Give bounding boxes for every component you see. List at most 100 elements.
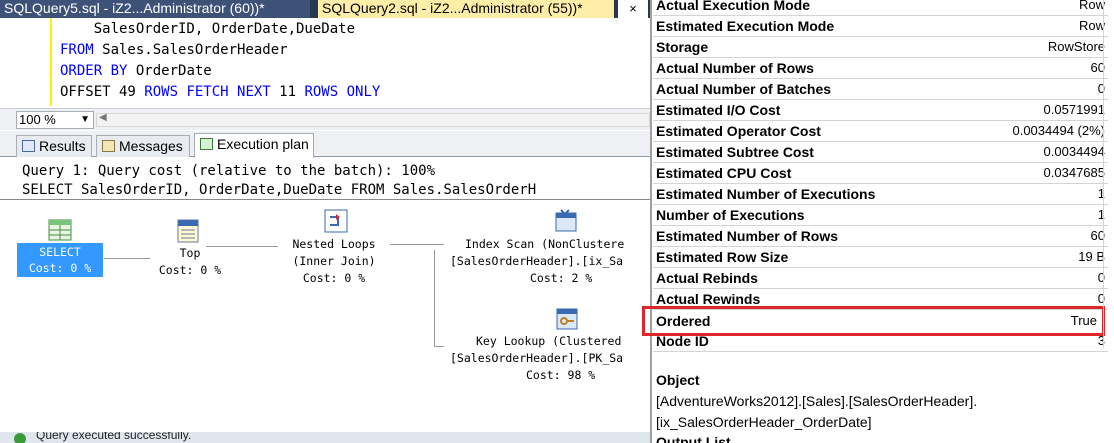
tab-label: Results [39,138,86,154]
keyword: ROWS ONLY [304,84,381,100]
code-text: 11 [270,84,305,100]
property-name: Estimated Subtree Cost [656,144,814,160]
property-row[interactable]: Estimated Number of Executions 1 [653,184,1108,205]
tab-label: Execution plan [217,136,309,152]
node-subtitle: (Inner Join) [292,254,376,268]
node-name: Key Lookup (Clustered [476,334,622,348]
node-subtitle: [SalesOrderHeader].[ix_Sa [450,254,624,268]
grid-icon [22,140,35,152]
property-row[interactable]: Estimated CPU Cost 0.0347685 [653,163,1108,184]
property-value: 0.0034494 (2%) [1012,123,1105,138]
object-value-line-2: [ix_SalesOrderHeader_OrderDate] [656,414,872,430]
node-cost: Cost: 2 % [530,271,593,285]
property-name: Actual Rebinds [656,270,758,286]
chevron-down-icon: ▼ [80,114,90,125]
editor-zoom-bar: 100 % ▼ ◀ [0,108,650,130]
zoom-select[interactable]: 100 % ▼ [16,111,94,129]
property-row[interactable]: Actual Rebinds 0 [653,268,1108,289]
scroll-left-icon[interactable]: ◀ [99,112,107,123]
zoom-value: 100 % [19,112,56,127]
property-name: Estimated CPU Cost [656,165,792,181]
property-row[interactable]: Actual Execution Mode Row [653,0,1108,16]
execution-plan-pane[interactable]: Query 1: Query cost (relative to the bat… [0,158,650,443]
message-icon [102,140,115,152]
nested-loops-icon[interactable] [324,209,348,238]
plan-separator [0,199,650,200]
node-name: Top [179,246,201,260]
close-icon[interactable]: × [629,1,637,16]
index-scan-icon[interactable] [553,208,579,239]
code-text: OrderDate [127,63,212,79]
property-name: Estimated I/O Cost [656,102,781,118]
ssms-window: SQLQuery5.sql - iZ2...Administrator (60)… [0,0,1114,443]
document-tab-strip: SQLQuery5.sql - iZ2...Administrator (60)… [0,0,650,18]
property-value: RowStore [1047,39,1105,54]
property-row[interactable]: Actual Number of Batches 0 [653,79,1108,100]
properties-right-border [1103,0,1104,348]
tab-label: Messages [119,138,183,154]
property-name: Actual Number of Batches [656,81,832,97]
node-cost: Cost: 0 % [28,261,92,275]
tab-results[interactable]: Results [16,135,92,157]
property-row[interactable]: Node ID 3 [653,331,1108,352]
tab-label: SQLQuery2.sql - iZ2...Administrator (55)… [322,0,583,16]
property-value: Row [1078,0,1105,12]
code-text: Sales.SalesOrderHeader [93,42,288,58]
select-operator-icon[interactable] [48,219,72,246]
keyword: ROWS FETCH NEXT [144,84,271,100]
property-value: 0.0571991 [1043,102,1105,117]
query-editor[interactable]: SalesOrderID, OrderDate,DueDate FROM Sal… [0,18,650,106]
plan-connector [104,258,150,259]
change-marker [50,18,52,106]
property-value: Row [1078,18,1105,33]
object-heading: Object [656,372,700,388]
property-name: Estimated Execution Mode [656,18,835,34]
results-tab-strip: Results Messages Execution plan [0,131,650,158]
plan-connector [434,346,444,347]
code-line-1: SalesOrderID, OrderDate,DueDate [60,19,355,40]
top-operator-icon[interactable] [176,219,202,248]
code-line-2: FROM Sales.SalesOrderHeader [60,40,288,61]
status-text: Query executed successfully. [36,432,192,442]
property-row[interactable]: Estimated Number of Rows 60 [653,226,1108,247]
node-name: SELECT [39,245,81,259]
property-value: True [1070,313,1097,328]
property-row[interactable]: Estimated Execution Mode Row [653,16,1108,37]
code-line-4: OFFSET 49 ROWS FETCH NEXT 11 ROWS ONLY [60,82,380,103]
code-text: OFFSET 49 [60,84,145,100]
code-text: SalesOrderID, OrderDate,DueDate [60,21,356,37]
node-name: Index Scan (NonClustere [465,237,625,251]
property-name: Estimated Row Size [656,249,789,265]
property-row[interactable]: Estimated Operator Cost 0.0034494 (2%) [653,121,1108,142]
property-name: Node ID [656,333,709,349]
property-name: Estimated Number of Rows [656,228,839,244]
property-row[interactable]: Actual Number of Rows 60 [653,58,1108,79]
tab-sqlquery5[interactable]: SQLQuery5.sql - iZ2...Administrator (60)… [0,0,310,18]
keyword: FROM [60,42,94,58]
tab-messages[interactable]: Messages [96,135,190,157]
node-cost: Cost: 0 % [158,263,222,277]
property-value: 19 B [1078,249,1105,264]
horizontal-scrollbar[interactable]: ◀ [96,112,650,127]
query-cost-line: Query 1: Query cost (relative to the bat… [22,163,436,179]
tab-sqlquery2[interactable]: SQLQuery2.sql - iZ2...Administrator (55)… [318,0,614,18]
query-sql-line: SELECT SalesOrderID, OrderDate,DueDate F… [22,182,537,198]
tab-execution-plan[interactable]: Execution plan [194,133,314,158]
property-row[interactable]: Estimated I/O Cost 0.0571991 [653,100,1108,121]
select-node[interactable]: SELECT Cost: 0 % [17,243,103,277]
node-name: Nested Loops [292,237,376,251]
tab-overflow-button[interactable]: × [618,0,648,18]
property-row[interactable]: Storage RowStore [653,37,1108,58]
property-name: Actual Execution Mode [656,0,811,13]
property-row[interactable]: Estimated Row Size 19 B [653,247,1108,268]
property-name: Storage [656,39,709,55]
property-row[interactable]: Estimated Subtree Cost 0.0034494 [653,142,1108,163]
status-bar: Query executed successfully. [0,432,650,443]
property-name: Estimated Number of Executions [656,186,876,202]
plan-connector [390,244,444,245]
keyword: ORDER BY [60,63,128,79]
node-subtitle: [SalesOrderHeader].[PK_Sa [450,351,624,365]
object-value-line-1: [AdventureWorks2012].[Sales].[SalesOrder… [656,393,978,409]
property-row[interactable]: Number of Executions 1 [653,205,1108,226]
execution-plan-icon [200,138,213,150]
